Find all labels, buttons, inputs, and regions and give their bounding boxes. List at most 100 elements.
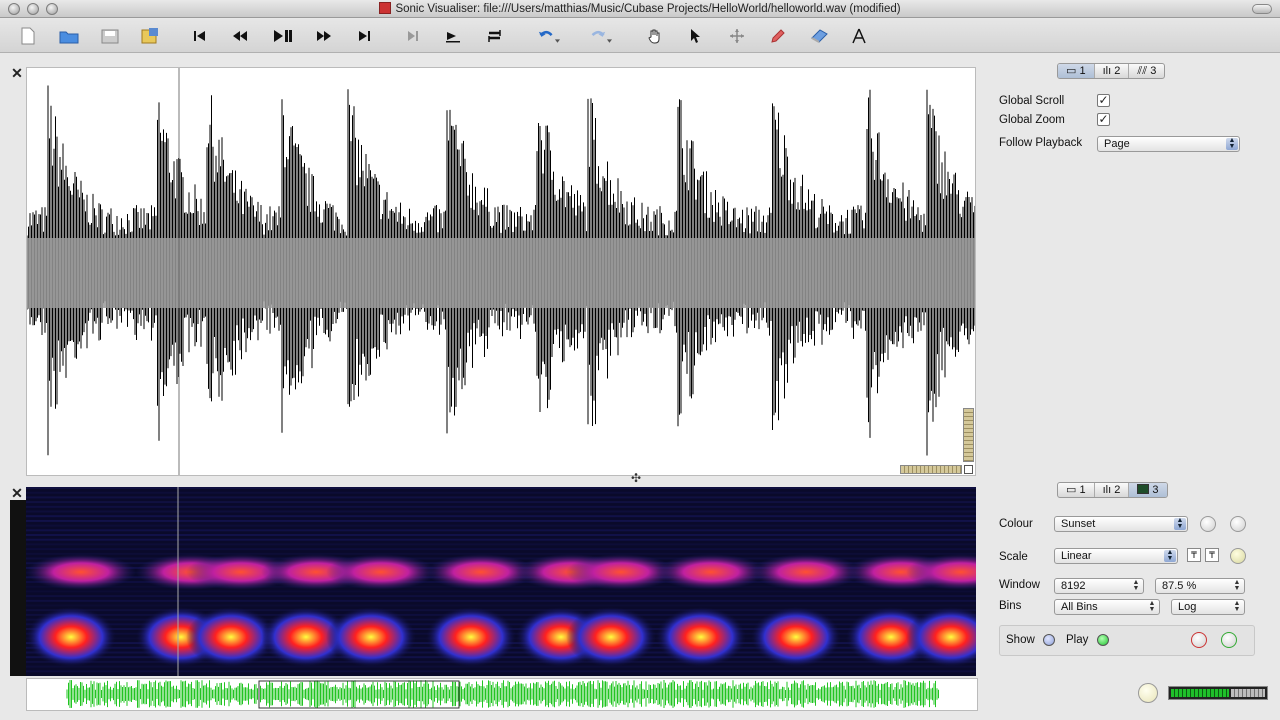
global-scroll-label: Global Scroll	[999, 95, 1065, 107]
close-pane-button[interactable]: ✕	[8, 66, 26, 80]
export-icon[interactable]	[139, 25, 161, 47]
follow-playback-select[interactable]: Page ▲ ▼	[1097, 136, 1240, 152]
waveform-icon: ⫽⫽	[1137, 65, 1151, 77]
toolbar-toggle-button[interactable]	[1252, 4, 1272, 14]
follow-playback-label: Follow Playback	[999, 137, 1083, 149]
global-zoom-label: Global Zoom	[999, 114, 1065, 126]
window-size-select[interactable]: 8192 ▲ ▼	[1054, 578, 1144, 594]
spectrogram-canvas	[26, 487, 976, 676]
vertical-zoom-thumbwheel[interactable]	[963, 408, 974, 462]
master-volume-knob[interactable]	[1138, 683, 1158, 703]
play-gain-knob[interactable]	[1191, 632, 1207, 648]
erase-icon[interactable]	[808, 25, 830, 47]
chevron-updown-icon: ▲ ▼	[1132, 579, 1140, 592]
bins-select[interactable]: All Bins ▲ ▼	[1054, 599, 1160, 615]
top-layer-tabs: ▭ 1 ılı 2 ⫽⫽ 3	[1057, 63, 1166, 79]
move-icon[interactable]	[726, 25, 748, 47]
play-pause-icon[interactable]	[272, 25, 294, 47]
chevron-updown-icon: ▲ ▼	[1164, 549, 1176, 562]
show-toggle-led[interactable]	[1043, 634, 1055, 646]
scale-label: Scale	[999, 551, 1028, 563]
navigate-hand-icon[interactable]	[644, 25, 666, 47]
open-folder-icon[interactable]	[58, 25, 80, 47]
select-arrow-icon[interactable]	[684, 25, 706, 47]
draw-pencil-icon[interactable]	[766, 25, 788, 47]
show-play-group	[999, 625, 1255, 656]
show-label: Show	[1006, 634, 1035, 646]
scale-value: Linear	[1061, 550, 1092, 562]
overview-pane[interactable]	[26, 678, 978, 711]
play-selection-icon[interactable]	[442, 25, 464, 47]
tab-layer-ruler[interactable]: ▭ 1	[1058, 483, 1095, 497]
save-icon[interactable]	[99, 25, 121, 47]
chevron-updown-icon: ▲ ▼	[1233, 579, 1241, 592]
window-overlap-value: 87.5 %	[1162, 580, 1197, 592]
play-toggle-led[interactable]	[1097, 634, 1109, 646]
undo-icon[interactable]	[538, 25, 560, 47]
normalize-visible-icon[interactable]: ₸	[1205, 548, 1219, 562]
bottom-layer-tabs: ▭ 1 ılı 2 3	[1057, 482, 1168, 498]
bins-value: All Bins	[1061, 601, 1098, 613]
window-overlap-select[interactable]: 87.5 % ▲ ▼	[1155, 578, 1245, 594]
fast-forward-icon[interactable]	[313, 25, 335, 47]
rewind-icon[interactable]	[229, 25, 251, 47]
tab-layer-spectrogram[interactable]: 3	[1129, 483, 1167, 497]
step-icon[interactable]	[402, 25, 424, 47]
measure-icon[interactable]	[848, 25, 870, 47]
waveform-canvas	[27, 68, 975, 475]
bins-label: Bins	[999, 600, 1022, 612]
rewind-start-icon[interactable]	[189, 25, 211, 47]
horizontal-zoom-thumbwheel[interactable]	[900, 465, 962, 474]
gain-knob[interactable]	[1230, 516, 1246, 532]
window-title: Sonic Visualiser: file:///Users/matthias…	[395, 3, 901, 15]
global-zoom-checkbox[interactable]: ✓	[1097, 113, 1110, 126]
level-meter-left	[1171, 689, 1229, 697]
bars-icon: ılı	[1102, 484, 1115, 496]
colour-rotation-knob[interactable]	[1200, 516, 1216, 532]
colour-select[interactable]: Sunset ▲ ▼	[1054, 516, 1188, 532]
zoom-window-button[interactable]	[46, 3, 58, 15]
play-pan-knob[interactable]	[1221, 632, 1237, 648]
ruler-icon: ▭	[1066, 65, 1080, 77]
redo-icon[interactable]	[590, 25, 612, 47]
chevron-updown-icon: ▲ ▼	[1233, 600, 1241, 613]
colour-label: Colour	[999, 518, 1033, 530]
zoom-reset-button[interactable]	[964, 465, 973, 474]
follow-playback-value: Page	[1104, 138, 1130, 150]
window-label: Window	[999, 579, 1040, 591]
tab-layer-ruler[interactable]: ▭ 1	[1058, 64, 1095, 78]
fast-forward-end-icon[interactable]	[353, 25, 375, 47]
pane-left-margin	[10, 500, 26, 676]
document-proxy-icon	[379, 2, 392, 14]
spectrogram-icon	[1137, 484, 1150, 494]
level-meter	[1168, 686, 1268, 700]
new-document-icon[interactable]	[17, 25, 39, 47]
tab-layer-bars[interactable]: ılı 2	[1095, 64, 1130, 78]
chevron-updown-icon: ▲ ▼	[1174, 517, 1186, 530]
window-titlebar: Sonic Visualiser: file:///Users/matthias…	[0, 0, 1280, 18]
overview-waveform	[66, 680, 939, 709]
ruler-icon: ▭	[1066, 484, 1080, 496]
main-toolbar	[0, 19, 1280, 53]
chevron-updown-icon: ▲ ▼	[1226, 137, 1238, 150]
frequency-scale-select[interactable]: Log ▲ ▼	[1171, 599, 1245, 615]
chevron-updown-icon: ▲ ▼	[1148, 600, 1156, 613]
threshold-knob[interactable]	[1230, 548, 1246, 564]
play-label: Play	[1066, 634, 1089, 646]
loop-icon[interactable]	[484, 25, 506, 47]
minimize-window-button[interactable]	[27, 3, 39, 15]
close-window-button[interactable]	[8, 3, 20, 15]
frequency-scale-value: Log	[1178, 601, 1197, 613]
pane-splitter-handle[interactable]: ✣	[631, 471, 641, 485]
global-scroll-checkbox[interactable]: ✓	[1097, 94, 1110, 107]
tab-layer-waveform[interactable]: ⫽⫽ 3	[1129, 64, 1164, 78]
spectrogram-pane[interactable]	[26, 487, 976, 676]
close-spectrogram-pane-button[interactable]: ✕	[8, 486, 26, 500]
waveform-pane[interactable]	[26, 67, 976, 476]
normalize-columns-icon[interactable]: ₸	[1187, 548, 1201, 562]
level-meter-right	[1231, 689, 1265, 697]
scale-select[interactable]: Linear ▲ ▼	[1054, 548, 1178, 564]
tab-layer-bars[interactable]: ılı 2	[1095, 483, 1130, 497]
colour-value: Sunset	[1061, 518, 1096, 530]
bars-icon: ılı	[1102, 65, 1115, 77]
